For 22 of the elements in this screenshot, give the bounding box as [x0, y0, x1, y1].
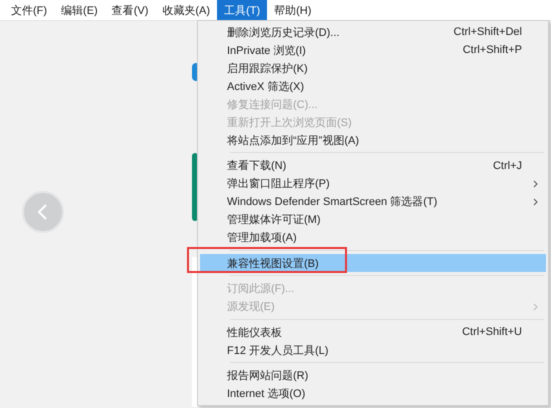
menu-bar-item[interactable]: 帮助(H) [267, 0, 318, 20]
menu-item[interactable]: 兼容性视图设置(B) [200, 254, 546, 272]
menu-bar-item[interactable]: 工具(T) [217, 0, 268, 20]
menu-item[interactable]: Internet 选项(O) [200, 384, 546, 402]
back-button[interactable] [22, 191, 64, 233]
menu-item[interactable]: F12 开发人员工具(L) [200, 341, 546, 359]
menu-item[interactable]: 报告网站问题(R) [200, 366, 546, 384]
menu-item[interactable]: 性能仪表板 Ctrl+Shift+U [200, 323, 546, 341]
menu-bar-item[interactable]: 文件(F) [4, 0, 54, 20]
menu-item[interactable]: InPrivate 浏览(I) Ctrl+Shift+P [200, 41, 546, 59]
menu-item[interactable]: 启用跟踪保护(K) [200, 59, 546, 77]
menu-item[interactable]: 将站点添加到“应用”视图(A) [200, 131, 546, 149]
menu-item[interactable]: Windows Defender SmartScreen 筛选器(T) [200, 192, 546, 210]
menu-item[interactable]: 管理媒体许可证(M) [200, 210, 546, 228]
menu-item[interactable]: 管理加载项(A) [200, 228, 546, 246]
menu-item[interactable]: 删除浏览历史记录(D)... Ctrl+Shift+Del [200, 23, 546, 41]
menu-bar-item[interactable]: 查看(V) [104, 0, 156, 20]
menu-item[interactable]: ActiveX 筛选(X) [200, 77, 546, 95]
menu-item[interactable]: 弹出窗口阻止程序(P) [200, 174, 546, 192]
menu-item[interactable]: 查看下载(N) Ctrl+J [200, 156, 546, 174]
menu-bar-item[interactable]: 收藏夹(A) [155, 0, 218, 20]
menu-bar-item[interactable]: 编辑(E) [54, 0, 105, 20]
